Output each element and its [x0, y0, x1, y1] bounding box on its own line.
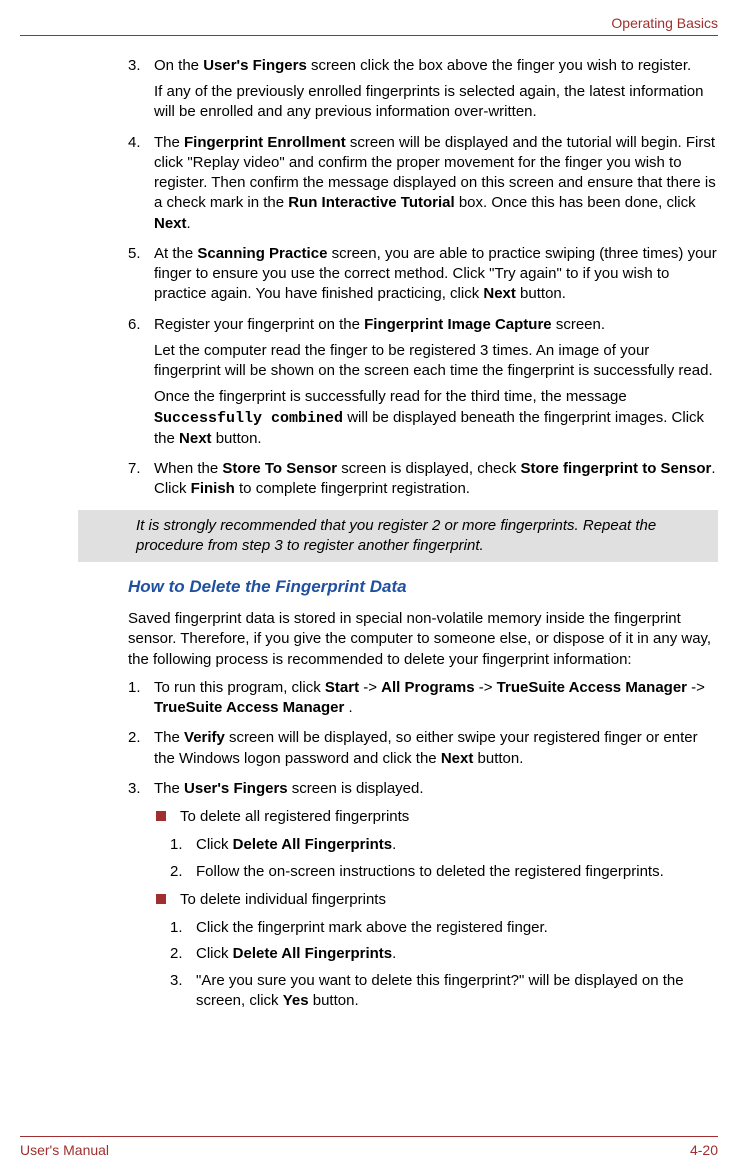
- page-footer: User's Manual 4-20: [20, 1136, 718, 1160]
- sb-step-1: 1. Click the fingerprint mark above the …: [170, 918, 718, 938]
- delete-step-3: 3. The User's Fingers screen is displaye…: [128, 779, 718, 1011]
- step-5: 5. At the Scanning Practice screen, you …: [128, 244, 718, 305]
- delete-ind-steps: 1. Click the fingerprint mark above the …: [170, 918, 718, 1011]
- step-number: 5.: [128, 244, 141, 264]
- step-number: 7.: [128, 459, 141, 479]
- steps-list: 3. On the User's Fingers screen click th…: [128, 56, 718, 500]
- delete-steps: 1. To run this program, click Start -> A…: [128, 678, 718, 1011]
- step-4: 4. The Fingerprint Enrollment screen wil…: [128, 133, 718, 234]
- step-number: 3.: [128, 56, 141, 76]
- square-bullet-icon: [156, 894, 166, 904]
- step-7: 7. When the Store To Sensor screen is di…: [128, 459, 718, 500]
- sb-step-3: 3. "Are you sure you want to delete this…: [170, 971, 718, 1012]
- bullet-delete-individual: To delete individual fingerprints: [154, 890, 718, 910]
- body-content: 3. On the User's Fingers screen click th…: [20, 56, 718, 1011]
- chapter-header: Operating Basics: [20, 14, 718, 36]
- step-3-note: If any of the previously enrolled finger…: [154, 82, 718, 123]
- sa-step-2: 2. Follow the on-screen instructions to …: [170, 862, 718, 882]
- delete-intro: Saved fingerprint data is stored in spec…: [128, 609, 718, 670]
- step-6-p3: Once the fingerprint is successfully rea…: [154, 387, 718, 449]
- step-6-p2: Let the computer read the finger to be r…: [154, 341, 718, 382]
- delete-all-steps: 1. Click Delete All Fingerprints. 2. Fol…: [170, 835, 718, 882]
- sa-step-1: 1. Click Delete All Fingerprints.: [170, 835, 718, 855]
- step-number: 4.: [128, 133, 141, 153]
- step-3: 3. On the User's Fingers screen click th…: [128, 56, 718, 123]
- step-number: 3.: [128, 779, 141, 799]
- footer-right: 4-20: [690, 1141, 718, 1160]
- sb-step-2: 2. Click Delete All Fingerprints.: [170, 944, 718, 964]
- subsection-heading: How to Delete the Fingerprint Data: [128, 576, 718, 599]
- delete-step-1: 1. To run this program, click Start -> A…: [128, 678, 718, 719]
- note-text: It is strongly recommended that you regi…: [136, 516, 710, 557]
- step-number: 6.: [128, 315, 141, 335]
- square-bullet-icon: [156, 811, 166, 821]
- chapter-title: Operating Basics: [611, 15, 718, 31]
- note-box: It is strongly recommended that you regi…: [78, 510, 718, 563]
- step-number: 1.: [128, 678, 141, 698]
- step-6: 6. Register your fingerprint on the Fing…: [128, 315, 718, 450]
- delete-step-2: 2. The Verify screen will be displayed, …: [128, 728, 718, 769]
- footer-left: User's Manual: [20, 1141, 109, 1160]
- step-number: 2.: [128, 728, 141, 748]
- bullet-delete-all: To delete all registered fingerprints: [154, 807, 718, 827]
